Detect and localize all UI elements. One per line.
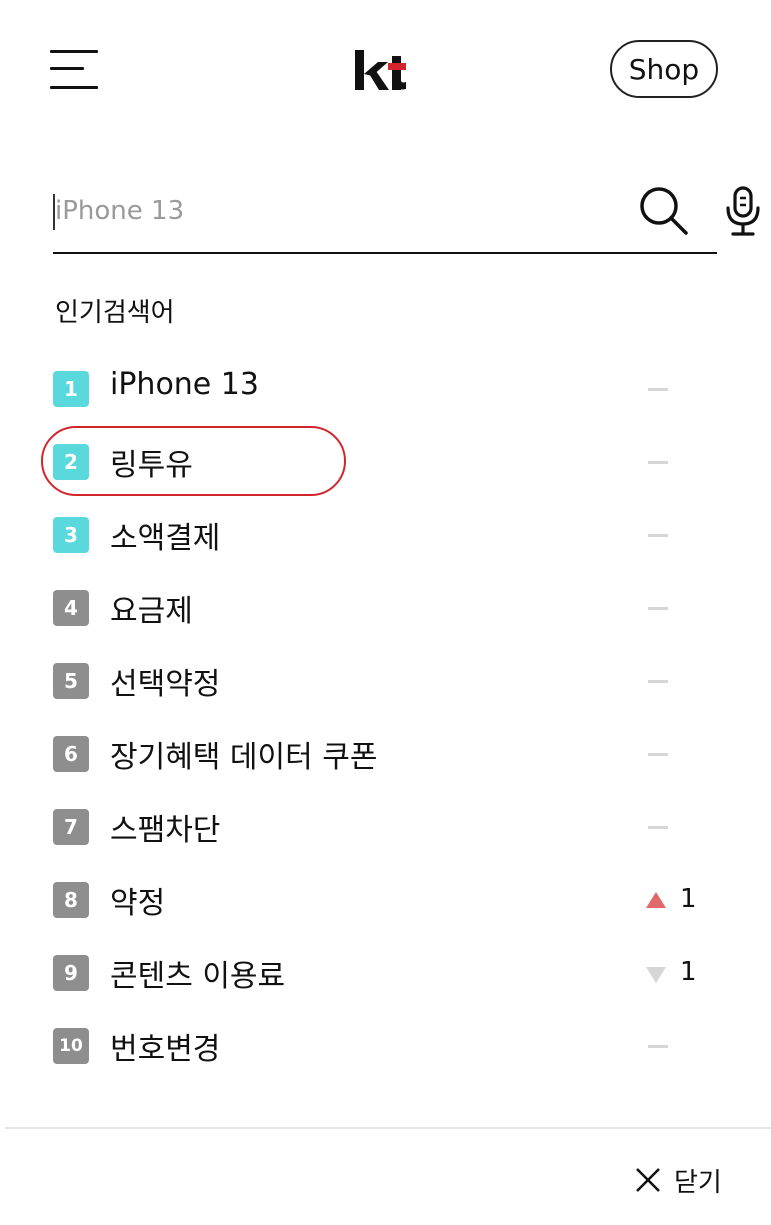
rank-badge: 7 (53, 809, 89, 845)
popular-search-item[interactable]: 10 번호변경 (53, 1009, 723, 1082)
rank-change: 1 (638, 882, 718, 918)
rank-change-value: 1 (680, 957, 697, 987)
search-term: 링투유 (110, 448, 193, 483)
rank-change (638, 590, 718, 626)
search-term: 선택약정 (110, 667, 221, 702)
rank-change-value: 1 (680, 884, 697, 914)
close-label: 닫기 (674, 1167, 722, 1198)
search-term: 장기혜택 데이터 쿠폰 (110, 740, 378, 775)
rank-change: 1 (638, 955, 718, 991)
microphone-icon[interactable] (721, 184, 767, 238)
search-term: 약정 (110, 886, 166, 921)
kt-logo[interactable] (352, 44, 412, 96)
search-icon[interactable] (637, 184, 691, 238)
text-cursor (53, 194, 55, 230)
rank-badge: 10 (53, 1028, 89, 1064)
rank-change (638, 517, 718, 553)
popular-search-item[interactable]: 3 소액결제 (53, 498, 723, 571)
rank-badge: 1 (53, 371, 89, 407)
rank-down-icon (646, 967, 666, 983)
search-term: 요금제 (110, 594, 193, 629)
rank-change (638, 371, 718, 407)
header: Shop (0, 0, 771, 140)
search-bar (53, 172, 760, 254)
search-term: 번호변경 (110, 1032, 221, 1067)
popular-searches-list: 1 iPhone 13 2 링투유 3 소액결제 4 요금제 5 선택약정 6 장기혜택 데이터 쿠폰… (53, 352, 723, 1082)
rank-change (638, 444, 718, 480)
popular-search-item[interactable]: 9 콘텐츠 이용료 1 (53, 936, 723, 1009)
no-change-icon (648, 534, 668, 537)
popular-search-item[interactable]: 4 요금제 (53, 571, 723, 644)
popular-search-item[interactable]: 5 선택약정 (53, 644, 723, 717)
search-term: iPhone 13 (110, 367, 259, 402)
no-change-icon (648, 826, 668, 829)
rank-badge: 6 (53, 736, 89, 772)
popular-search-item[interactable]: 7 스팸차단 (53, 790, 723, 863)
rank-change (638, 809, 718, 845)
no-change-icon (648, 680, 668, 683)
rank-badge: 8 (53, 882, 89, 918)
footer-divider (5, 1127, 771, 1129)
rank-change (638, 663, 718, 699)
search-term: 스팸차단 (110, 813, 221, 848)
rank-badge: 4 (53, 590, 89, 626)
rank-change (638, 736, 718, 772)
no-change-icon (648, 461, 668, 464)
rank-badge: 2 (53, 444, 89, 480)
popular-search-item[interactable]: 1 iPhone 13 (53, 352, 723, 425)
close-button[interactable]: 닫기 (634, 1160, 722, 1200)
no-change-icon (648, 1045, 668, 1048)
search-term: 콘텐츠 이용료 (110, 959, 286, 994)
popular-search-item[interactable]: 6 장기혜택 데이터 쿠폰 (53, 717, 723, 790)
rank-badge: 9 (53, 955, 89, 991)
popular-search-item[interactable]: 8 약정 1 (53, 863, 723, 936)
search-input[interactable] (53, 188, 555, 234)
hamburger-menu-icon[interactable] (48, 46, 104, 94)
rank-up-icon (646, 892, 666, 908)
close-icon (636, 1168, 660, 1192)
no-change-icon (648, 753, 668, 756)
popular-searches-title: 인기검색어 (55, 298, 175, 328)
no-change-icon (648, 607, 668, 610)
rank-change (638, 1028, 718, 1064)
search-term: 소액결제 (110, 521, 221, 556)
no-change-icon (648, 388, 668, 391)
rank-badge: 3 (53, 517, 89, 553)
popular-search-item[interactable]: 2 링투유 (53, 425, 723, 498)
rank-badge: 5 (53, 663, 89, 699)
shop-button[interactable]: Shop (610, 40, 718, 98)
